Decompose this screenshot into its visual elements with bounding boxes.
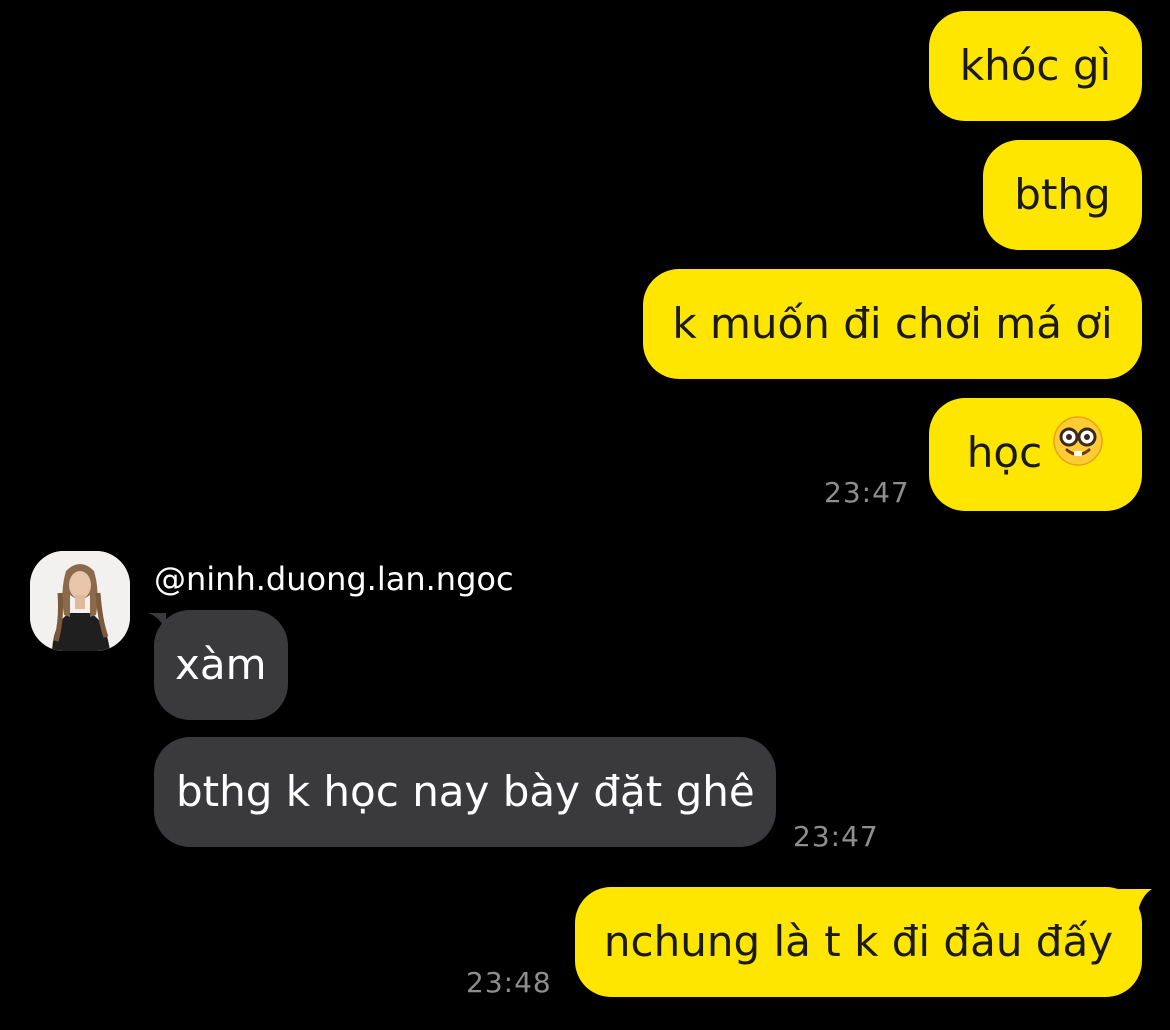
message-text: bthg k học nay bày đặt ghê (176, 767, 755, 816)
sender-username[interactable]: @ninh.duong.lan.ngoc (154, 559, 514, 599)
outgoing-message-bubble[interactable]: nchung là t k đi đâu đấy (575, 887, 1142, 997)
incoming-message-bubble[interactable]: xàm (154, 610, 288, 720)
message-text: bthg (1014, 170, 1111, 219)
message-text: học (966, 428, 1043, 477)
message-timestamp: 23:48 (466, 966, 552, 999)
message-text: khóc gì (959, 41, 1112, 90)
message-text: xàm (175, 640, 267, 689)
chat-thread: khóc gì bthg k muốn đi chơi má ơi học 23… (0, 0, 1170, 1030)
outgoing-message-bubble[interactable]: k muốn đi chơi má ơi (643, 269, 1142, 379)
outgoing-message-bubble[interactable]: học (929, 398, 1142, 511)
message-timestamp: 23:47 (793, 820, 879, 853)
outgoing-bubble-tail (1118, 889, 1152, 911)
incoming-bubble-tail (148, 613, 166, 631)
outgoing-message-bubble[interactable]: khóc gì (929, 11, 1142, 121)
nerd-face-emoji-icon (1052, 398, 1104, 508)
avatar[interactable] (30, 551, 130, 651)
outgoing-message-bubble[interactable]: bthg (983, 140, 1142, 250)
message-text: k muốn đi chơi má ơi (672, 299, 1113, 348)
message-text: nchung là t k đi đâu đấy (603, 917, 1114, 966)
incoming-message-bubble[interactable]: bthg k học nay bày đặt ghê (154, 737, 776, 847)
message-timestamp: 23:47 (824, 476, 910, 509)
profile-photo-icon (30, 551, 130, 651)
